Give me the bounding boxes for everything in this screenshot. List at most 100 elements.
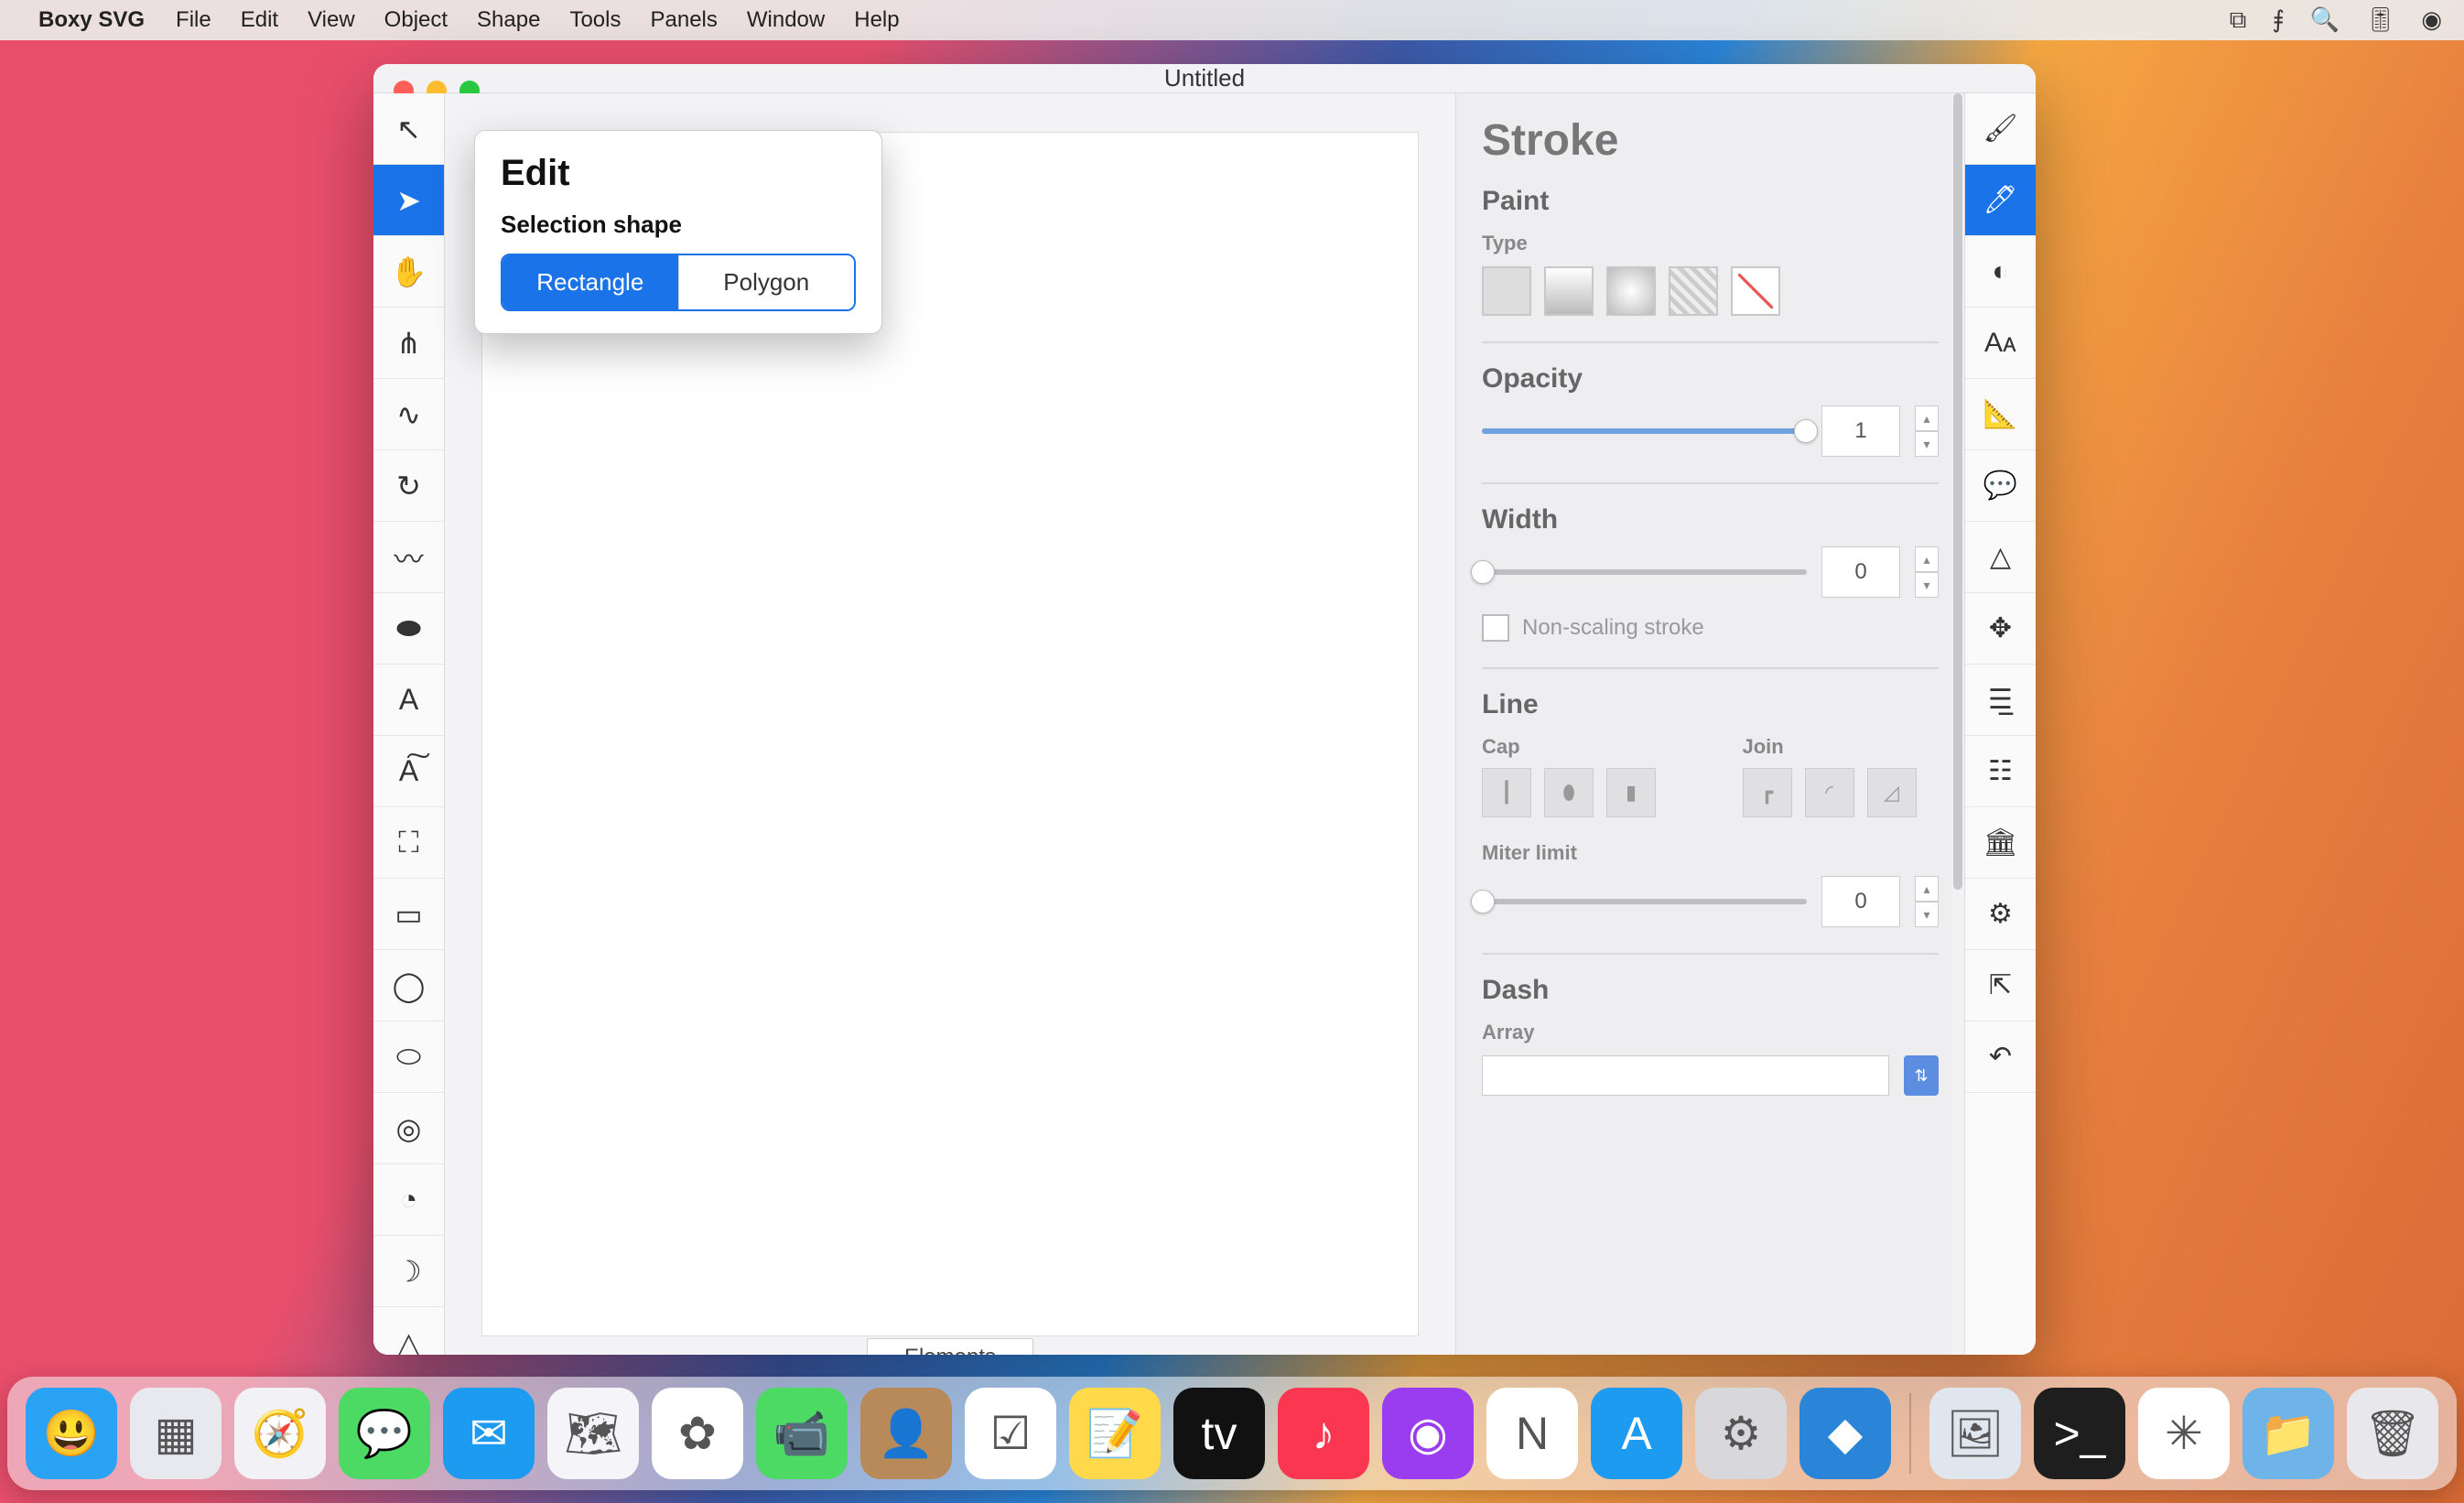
dock-settings[interactable]: ⚙	[1695, 1388, 1787, 1479]
dock-safari[interactable]: 🧭	[234, 1388, 326, 1479]
miter-value[interactable]: 0	[1821, 876, 1900, 927]
dock-podcasts[interactable]: ◉	[1382, 1388, 1474, 1479]
dock-preview[interactable]: 🖼	[1929, 1388, 2021, 1479]
arrange-panel[interactable]: ✥	[1965, 593, 2036, 665]
dock-notes[interactable]: 📝	[1069, 1388, 1161, 1479]
crop-tool[interactable]: ⛶	[373, 807, 444, 879]
width-slider[interactable]	[1482, 569, 1807, 575]
dock-finder[interactable]: 😃	[26, 1388, 117, 1479]
ellipse-tool[interactable]: ⬭	[373, 1022, 444, 1093]
menu-panels[interactable]: Panels	[650, 7, 717, 33]
meta-panel[interactable]: 💬	[1965, 450, 2036, 522]
siri-icon[interactable]: ◉	[2421, 5, 2442, 35]
compositing-panel[interactable]: ◐	[1965, 236, 2036, 308]
dock-terminal[interactable]: >_	[2034, 1388, 2125, 1479]
dock-downloads[interactable]: 📁	[2242, 1388, 2334, 1479]
width-value[interactable]: 0	[1821, 546, 1900, 598]
control-center-icon[interactable]: 🎚	[2365, 5, 2395, 35]
miter-stepper[interactable]: ▴▾	[1915, 876, 1939, 927]
join-round[interactable]: ◜	[1805, 768, 1854, 817]
library-panel[interactable]: 🏛	[1965, 807, 2036, 879]
join-miter[interactable]: ┏	[1743, 768, 1792, 817]
wifi-icon[interactable]: ⨎	[2272, 5, 2285, 35]
freehand-tool[interactable]: 〰	[373, 522, 444, 593]
paint-type-solid[interactable]	[1482, 266, 1531, 316]
dock-contacts[interactable]: 👤	[860, 1388, 952, 1479]
textpath-tool[interactable]: A͠	[373, 736, 444, 807]
nonscaling-checkbox[interactable]	[1482, 614, 1509, 642]
selection-shape-rectangle[interactable]: Rectangle	[503, 255, 678, 309]
layers-panel[interactable]: ☰̲	[1965, 665, 2036, 736]
opacity-slider[interactable]	[1482, 428, 1807, 434]
cap-round[interactable]: ⬮	[1544, 768, 1594, 817]
export-panel[interactable]: ⇱	[1965, 950, 2036, 1022]
selection-shape-segmented: Rectangle Polygon	[501, 254, 856, 311]
elements-panel[interactable]: ☷	[1965, 736, 2036, 807]
crescent-tool[interactable]: ☽	[373, 1236, 444, 1307]
dock-app-x[interactable]: ✳	[2138, 1388, 2230, 1479]
ring-tool[interactable]: ◎	[373, 1093, 444, 1164]
dock-mail[interactable]: ✉	[443, 1388, 535, 1479]
spline-tool[interactable]: ∿	[373, 379, 444, 450]
text-tool[interactable]: A	[373, 665, 444, 736]
app-name[interactable]: Boxy SVG	[38, 7, 145, 33]
width-stepper[interactable]: ▴▾	[1915, 546, 1939, 598]
type-label: Type	[1482, 232, 1939, 255]
dock-news[interactable]: N	[1486, 1388, 1578, 1479]
dock-boxysvg[interactable]: ◆	[1799, 1388, 1891, 1479]
triangle-tool[interactable]: △	[373, 1307, 444, 1355]
paint-type-pattern[interactable]	[1669, 266, 1718, 316]
circle-tool[interactable]: ◯	[373, 950, 444, 1022]
stroke-panel[interactable]: 🖊	[1965, 165, 2036, 236]
dock-appstore[interactable]: A	[1591, 1388, 1682, 1479]
dock-trash[interactable]: 🗑	[2347, 1388, 2438, 1479]
pan-tool[interactable]: ✋	[373, 236, 444, 308]
dash-array-input[interactable]	[1482, 1055, 1889, 1096]
blob-tool[interactable]: ⬬	[373, 593, 444, 665]
dock-tv[interactable]: tv	[1173, 1388, 1265, 1479]
typography-panel[interactable]: Aᴀ	[1965, 308, 2036, 379]
pie-tool[interactable]: ◔	[373, 1164, 444, 1236]
fill-panel[interactable]: 🖌	[1965, 93, 2036, 165]
history-panel[interactable]: ↶	[1965, 1022, 2036, 1093]
menu-window[interactable]: Window	[747, 7, 825, 33]
menu-help[interactable]: Help	[854, 7, 899, 33]
dock-music[interactable]: ♪	[1278, 1388, 1369, 1479]
dock-photos[interactable]: ✿	[652, 1388, 743, 1479]
paint-type-none[interactable]	[1731, 266, 1780, 316]
menu-view[interactable]: View	[308, 7, 355, 33]
miter-slider[interactable]	[1482, 899, 1807, 904]
dock-reminders[interactable]: ☑	[965, 1388, 1056, 1479]
cap-butt[interactable]: ┃	[1482, 768, 1531, 817]
dock-messages[interactable]: 💬	[339, 1388, 430, 1479]
settings-panel[interactable]: ⚙	[1965, 879, 2036, 950]
dock-launchpad[interactable]: ▦	[130, 1388, 222, 1479]
menu-object[interactable]: Object	[384, 7, 448, 33]
paint-type-linear[interactable]	[1544, 266, 1594, 316]
menu-shape[interactable]: Shape	[477, 7, 540, 33]
panel-scrollbar[interactable]	[1951, 93, 1964, 1355]
menu-file[interactable]: File	[176, 7, 211, 33]
join-bevel[interactable]: ◿	[1867, 768, 1917, 817]
cap-label: Cap	[1482, 735, 1679, 759]
rect-tool[interactable]: ▭	[373, 879, 444, 950]
selection-shape-polygon[interactable]: Polygon	[678, 255, 855, 309]
dock-maps[interactable]: 🗺	[547, 1388, 639, 1479]
dock-facetime[interactable]: 📹	[756, 1388, 848, 1479]
paint-type-radial[interactable]	[1606, 266, 1656, 316]
opacity-value[interactable]: 1	[1821, 405, 1900, 457]
node-tool[interactable]: ⋔	[373, 308, 444, 379]
shape-panel[interactable]: △	[1965, 522, 2036, 593]
mission-control-icon[interactable]: ⧉	[2230, 5, 2247, 35]
menu-tools[interactable]: Tools	[569, 7, 621, 33]
dash-array-stepper[interactable]: ⇅	[1904, 1055, 1939, 1096]
cap-square[interactable]: ▮	[1606, 768, 1656, 817]
edit-tool[interactable]: ➤	[373, 165, 444, 236]
bottom-tab-elements[interactable]: Elements	[867, 1338, 1033, 1355]
select-tool[interactable]: ↖	[373, 93, 444, 165]
menu-edit[interactable]: Edit	[241, 7, 278, 33]
spotlight-icon[interactable]: 🔍	[2310, 5, 2340, 35]
opacity-stepper[interactable]: ▴▾	[1915, 405, 1939, 457]
rotate-tool[interactable]: ↻	[373, 450, 444, 522]
geometry-panel[interactable]: 📐	[1965, 379, 2036, 450]
